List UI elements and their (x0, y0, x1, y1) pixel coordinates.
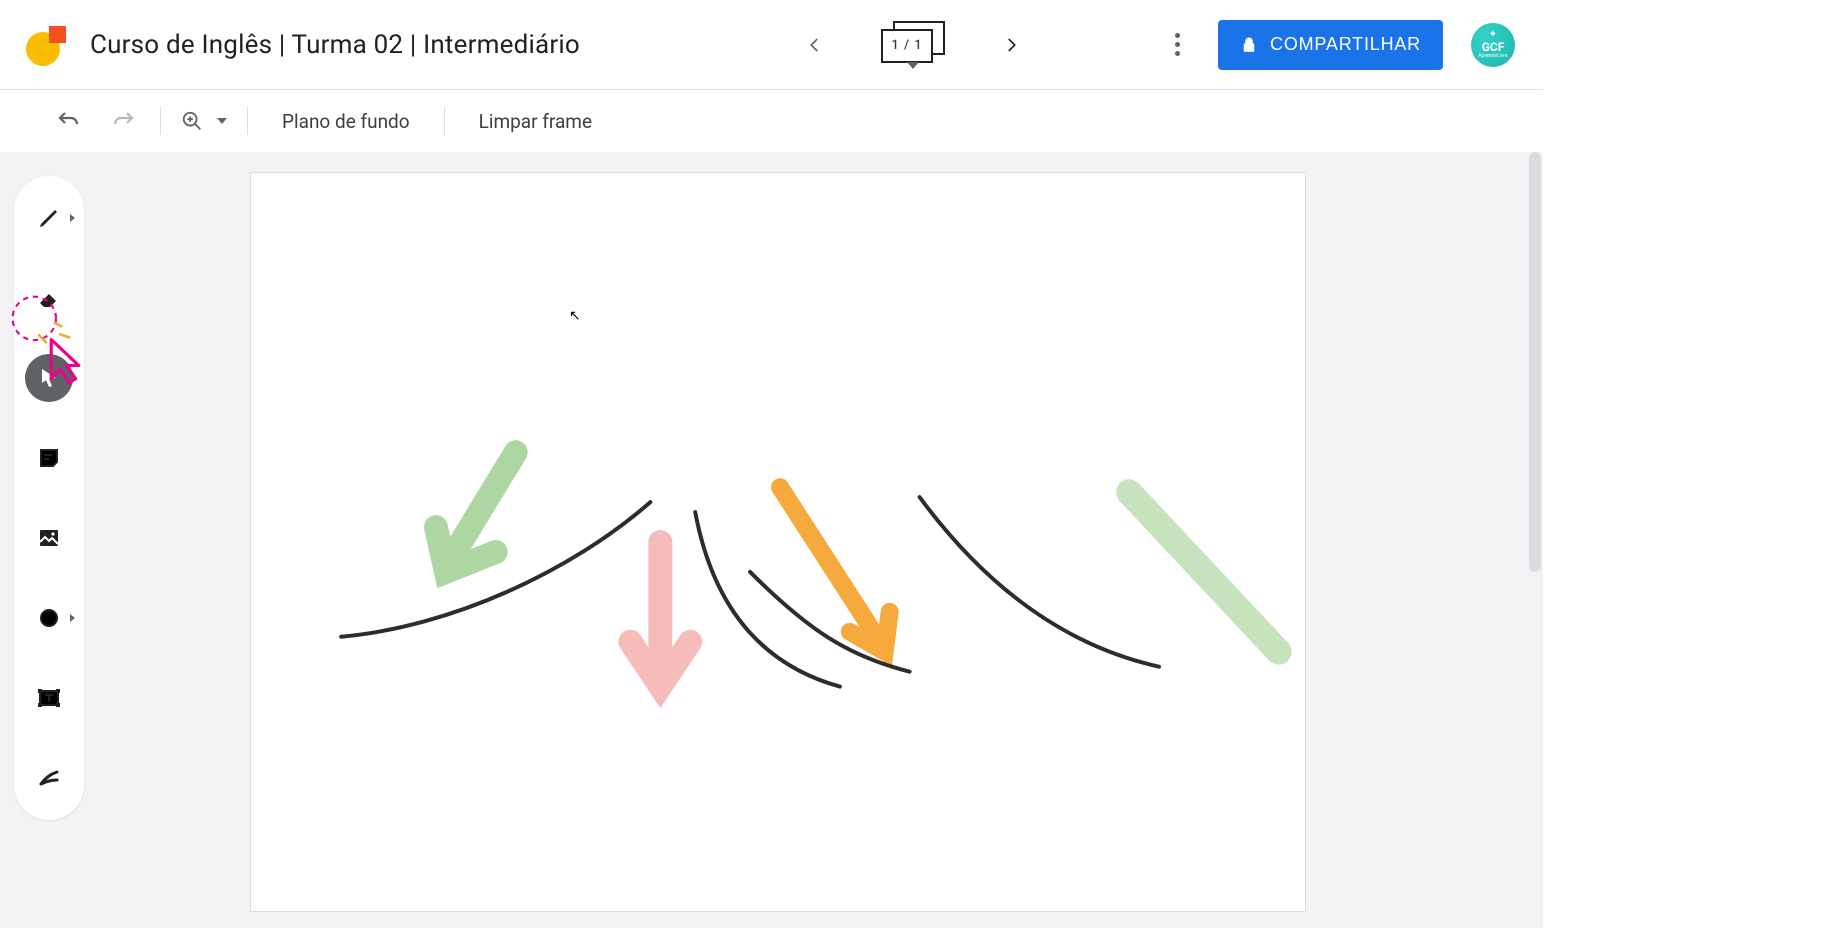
prev-frame-button[interactable] (801, 31, 829, 59)
jamboard-logo-icon[interactable] (26, 24, 66, 66)
avatar-text: GCF (1482, 41, 1505, 53)
eraser-icon (37, 286, 61, 310)
redo-button[interactable] (96, 102, 152, 140)
canvas-drawing (251, 173, 1305, 911)
header-actions: COMPARTILHAR ✦ GCF AprendeLivre (1164, 20, 1515, 70)
sticky-note-tool[interactable] (25, 434, 73, 482)
app-header: Curso de Inglês | Turma 02 | Intermediár… (0, 0, 1543, 90)
share-button-label: COMPARTILHAR (1270, 34, 1421, 55)
separator (160, 107, 161, 135)
more-menu-button[interactable] (1164, 32, 1190, 58)
background-button[interactable]: Plano de fundo (256, 110, 436, 133)
textbox-icon (37, 686, 61, 710)
workspace: ↖ (0, 152, 1543, 928)
laser-tool[interactable] (25, 754, 73, 802)
lock-icon (1240, 36, 1258, 54)
image-icon (37, 526, 61, 550)
separator (444, 107, 445, 135)
avatar-subtext: AprendeLivre (1478, 54, 1507, 59)
laser-icon (37, 766, 61, 790)
separator (247, 107, 248, 135)
frame-navigator: 1 / 1 (801, 21, 1025, 69)
account-avatar[interactable]: ✦ GCF AprendeLivre (1471, 23, 1515, 67)
pen-icon (37, 206, 61, 230)
sticky-note-icon (37, 446, 61, 470)
document-title[interactable]: Curso de Inglês | Turma 02 | Intermediár… (90, 30, 580, 60)
pen-tool[interactable] (25, 194, 73, 242)
cursor-icon (37, 366, 61, 390)
scrollbar-thumb[interactable] (1529, 152, 1541, 572)
chevron-down-icon (907, 55, 919, 74)
circle-icon (37, 606, 61, 630)
submenu-arrow-icon (70, 214, 75, 222)
image-tool[interactable] (25, 514, 73, 562)
undo-button[interactable] (40, 102, 96, 140)
zoom-menu[interactable] (169, 110, 239, 132)
eraser-tool[interactable] (25, 274, 73, 322)
caret-down-icon (217, 118, 227, 124)
zoom-in-icon (181, 110, 203, 132)
sub-toolbar: Plano de fundo Limpar frame (0, 90, 1543, 152)
textbox-tool[interactable] (25, 674, 73, 722)
select-tool[interactable] (25, 354, 73, 402)
canvas-frame[interactable]: ↖ (250, 172, 1306, 912)
vertical-scrollbar[interactable] (1527, 152, 1543, 928)
frame-selector[interactable]: 1 / 1 (881, 21, 945, 69)
submenu-arrow-icon (70, 614, 75, 622)
share-button[interactable]: COMPARTILHAR (1218, 20, 1443, 70)
tool-palette (14, 176, 84, 820)
next-frame-button[interactable] (997, 31, 1025, 59)
shape-tool[interactable] (25, 594, 73, 642)
avatar-star-icon: ✦ (1489, 30, 1497, 40)
clear-frame-button[interactable]: Limpar frame (453, 110, 618, 133)
